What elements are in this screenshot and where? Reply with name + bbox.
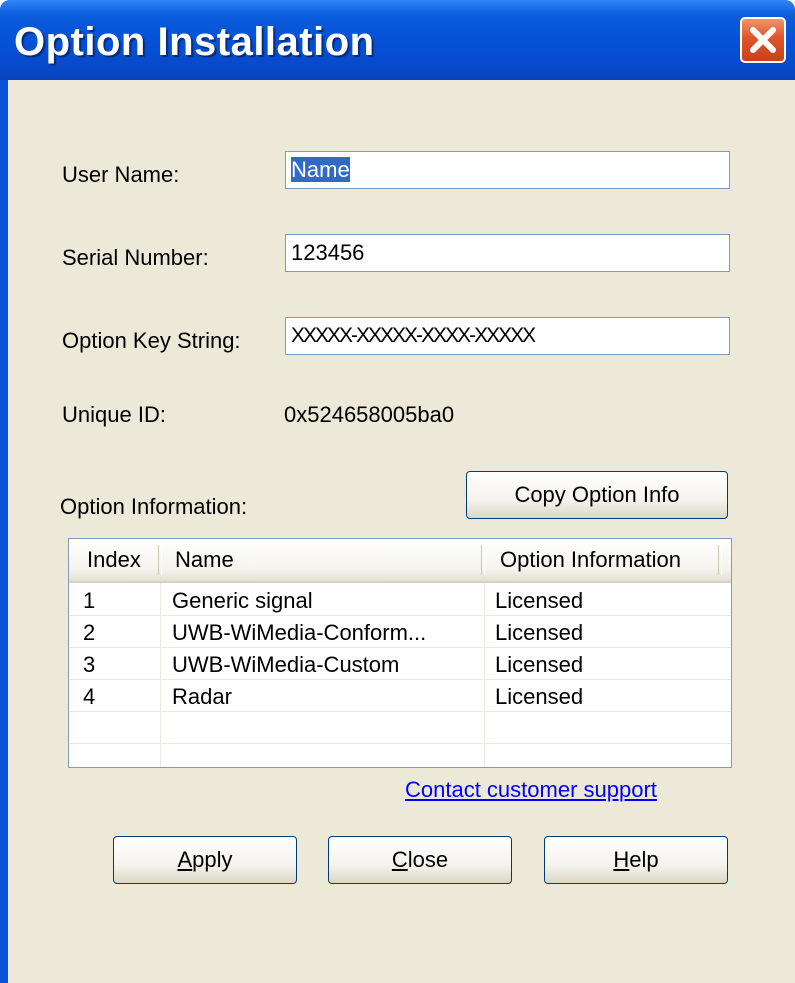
- column-header-name[interactable]: Name: [175, 539, 234, 581]
- grid-line: [69, 743, 731, 744]
- column-header-option-information[interactable]: Option Information: [500, 539, 681, 581]
- serial-number-field[interactable]: 123456: [285, 234, 730, 272]
- close-icon: [750, 27, 776, 53]
- grid-line: [69, 679, 731, 680]
- option-key-label: Option Key String:: [62, 328, 241, 353]
- help-mnemonic: H: [613, 847, 630, 872]
- column-divider[interactable]: [481, 545, 485, 575]
- unique-id-label: Unique ID:: [62, 402, 166, 427]
- option-key-field[interactable]: XXXXX-XXXXX-XXXX-XXXXX: [285, 317, 730, 355]
- close-button[interactable]: Close: [328, 836, 512, 884]
- row-index: 3: [83, 652, 96, 677]
- column-header-index[interactable]: Index: [87, 539, 141, 581]
- window-close-button[interactable]: [740, 17, 786, 63]
- row-name: Generic signal: [172, 588, 313, 613]
- row-name: UWB-WiMedia-Custom: [172, 652, 400, 677]
- grid-line: [484, 583, 485, 767]
- close-label: lose: [407, 847, 449, 872]
- row-option-information: Licensed: [495, 652, 584, 677]
- apply-button[interactable]: Apply: [113, 836, 297, 884]
- unique-id-value: 0x524658005ba0: [284, 402, 455, 427]
- option-installation-dialog: Option Installation User Name: Name Seri…: [0, 0, 795, 983]
- column-divider[interactable]: [718, 545, 722, 575]
- help-label: elp: [629, 847, 659, 872]
- serial-number-value: 123456: [291, 240, 365, 265]
- row-option-information: Licensed: [495, 588, 584, 613]
- column-divider[interactable]: [158, 545, 162, 575]
- title-bar[interactable]: Option Installation: [0, 0, 795, 80]
- row-name: Radar: [172, 684, 232, 709]
- apply-label: pply: [192, 847, 233, 872]
- user-name-value: Name: [291, 157, 350, 182]
- grid-line: [160, 583, 161, 767]
- grid-line: [69, 711, 731, 712]
- row-index: 2: [83, 620, 96, 645]
- close-mnemonic: C: [391, 847, 408, 872]
- option-information-label: Option Information:: [60, 494, 248, 519]
- list-header: Index Name Option Information: [69, 539, 731, 583]
- window-title: Option Installation: [14, 20, 375, 64]
- user-name-label: User Name:: [62, 162, 180, 187]
- dialog-client-area: User Name: Name Serial Number: 123456 Op…: [8, 80, 795, 983]
- row-index: 4: [83, 684, 96, 709]
- contact-support-link[interactable]: Contact customer support: [405, 777, 657, 803]
- user-name-field[interactable]: Name: [285, 151, 730, 189]
- option-list[interactable]: Index Name Option Information 1 Generic …: [68, 538, 732, 768]
- option-key-value: XXXXX-XXXXX-XXXX-XXXXX: [291, 324, 536, 347]
- serial-number-label: Serial Number:: [62, 245, 209, 270]
- apply-mnemonic: A: [177, 847, 193, 872]
- row-name: UWB-WiMedia-Conform...: [172, 620, 427, 645]
- row-option-information: Licensed: [495, 684, 584, 709]
- help-button[interactable]: Help: [544, 836, 728, 884]
- copy-option-info-button[interactable]: Copy Option Info: [466, 471, 728, 519]
- grid-line: [69, 615, 731, 616]
- row-index: 1: [83, 588, 96, 613]
- row-option-information: Licensed: [495, 620, 584, 645]
